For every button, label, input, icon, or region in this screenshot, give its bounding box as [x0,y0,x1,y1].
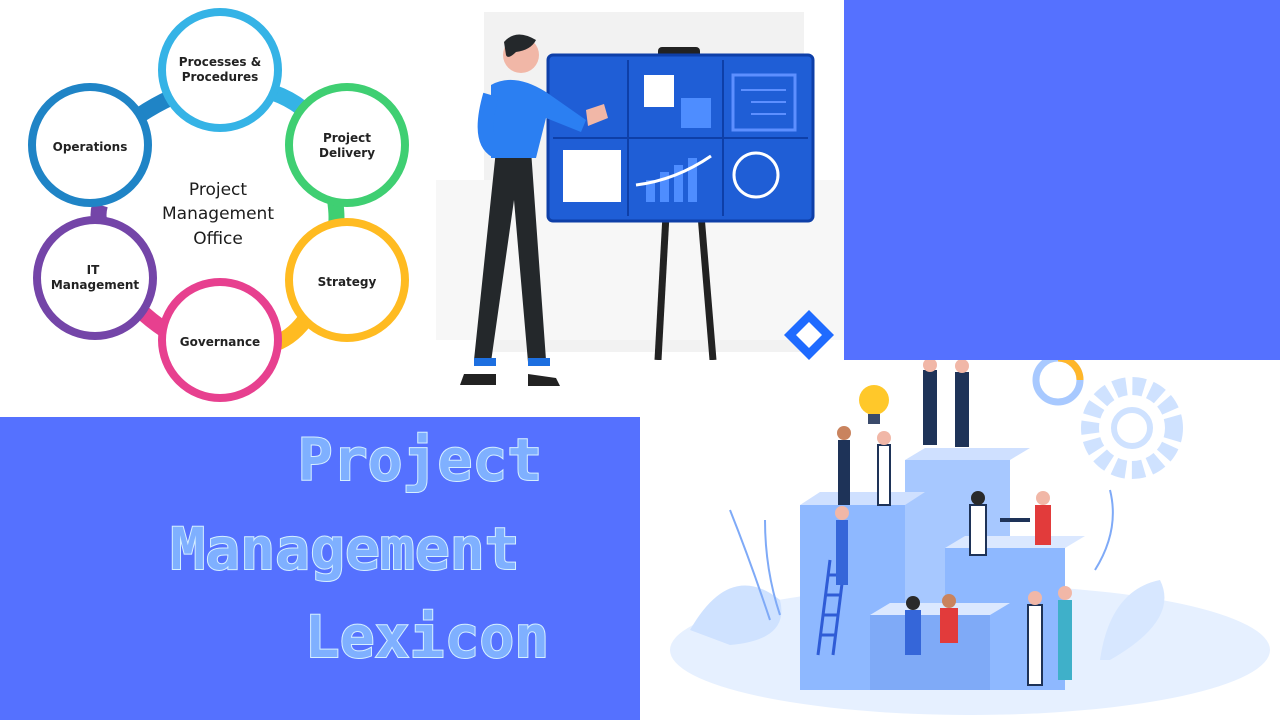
node-label: Procedures [182,70,259,84]
pmo-node-strategy: Strategy [285,218,409,342]
pmo-center-line-2: Management [162,204,274,224]
person-figure [923,360,969,447]
pmo-diagram-panel: Project Management Office Processes & Pr… [0,0,436,417]
kanban-board [546,53,815,223]
progress-ring-icon [1032,360,1084,406]
node-label: Management [51,278,140,292]
pmo-node-governance: Governance [158,278,282,402]
pmo-diagram: Project Management Office Processes & Pr… [28,8,409,402]
pmo-node-it-management: IT Management [33,216,157,340]
person-figure [835,506,849,585]
node-label: Operations [53,140,128,154]
title-line-1: Project [298,426,542,494]
blue-block-top [844,0,1280,360]
sticky-note [681,98,711,128]
title-line-3: Lexicon [305,603,549,671]
pmo-center-line-3: Office [193,229,243,249]
team-illustration [670,360,1270,715]
node-label: Governance [180,335,260,349]
pmo-node-operations: Operations [28,83,152,207]
pmo-center-line-1: Project [189,180,247,200]
node-label: Delivery [319,146,375,160]
node-label: Project [323,131,371,145]
lightbulb-icon [859,385,889,424]
pmo-node-delivery: Project Delivery [285,83,409,207]
title-line-2: Management [170,515,519,583]
pmo-node-processes: Processes & Procedures [158,8,282,132]
node-label: Processes & [179,55,261,69]
sticky-note [563,150,621,202]
title-text-area: Project Management Lexicon [169,425,550,672]
sticky-note [644,75,674,107]
board-illustration-panel [436,0,844,400]
gear-icon [1081,377,1183,479]
node-label: Strategy [318,275,377,289]
node-label: IT [87,263,100,277]
board-illustration [436,12,844,386]
title-banner: Project Management Lexicon [0,417,640,720]
team-illustration-panel [640,360,1280,720]
